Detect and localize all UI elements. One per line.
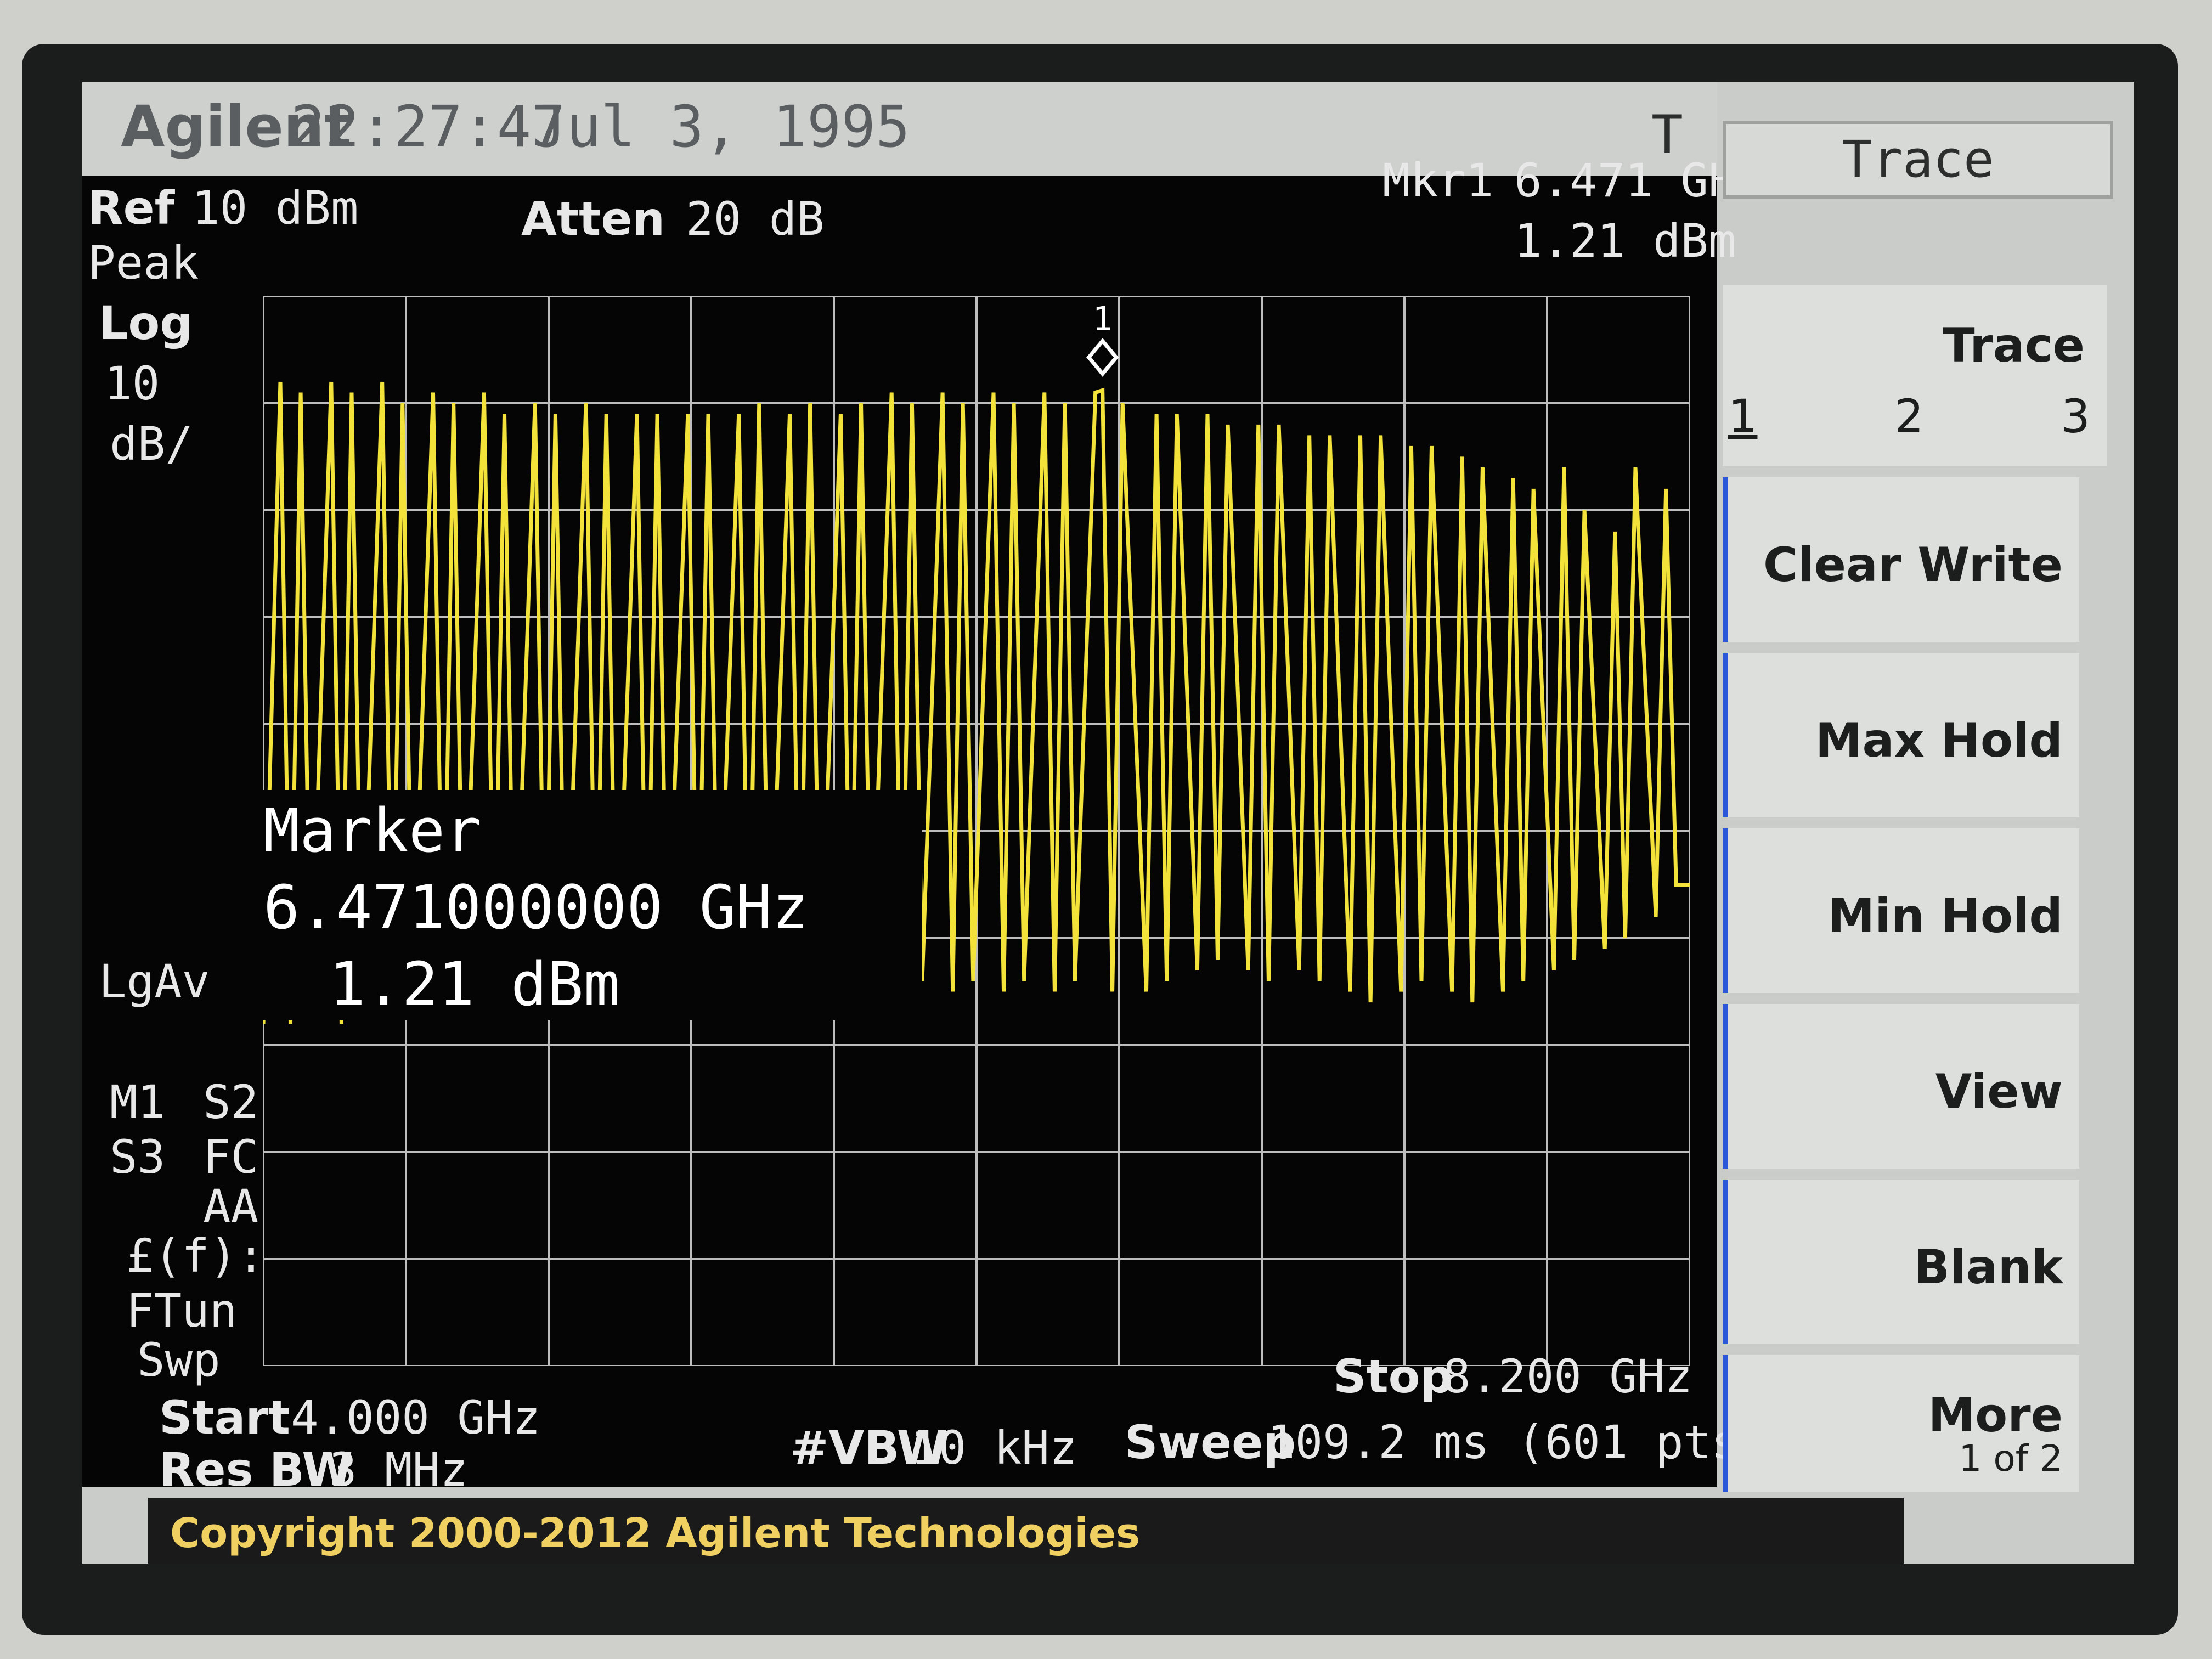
status-fc: FC bbox=[203, 1130, 259, 1184]
blank-label: Blank bbox=[1914, 1240, 2063, 1295]
clear-write-key[interactable]: Clear Write bbox=[1723, 477, 2079, 642]
trace-option-2: 2 bbox=[1894, 390, 1924, 443]
trace-select-label: Trace bbox=[1943, 318, 2085, 373]
marker-number: 1 bbox=[1093, 300, 1113, 338]
softkey-menu: Trace Trace 1 2 3 Clear Write Max Hold M… bbox=[1723, 82, 2140, 1509]
marker-amp: 1.21 dBm bbox=[1514, 214, 1736, 268]
scale-type: Log bbox=[99, 296, 193, 350]
copyright-text: Copyright 2000-2012 Agilent Technologies bbox=[170, 1510, 1141, 1557]
min-hold-label: Min Hold bbox=[1827, 889, 2063, 944]
copyright-bar: Copyright 2000-2012 Agilent Technologies bbox=[148, 1498, 1904, 1564]
analyzer-screen: Agilent 22:27:47 Jul 3, 1995 T Ref 10 dB… bbox=[82, 82, 2134, 1564]
start-label: Start bbox=[159, 1391, 290, 1444]
scale-unit: dB/ bbox=[110, 417, 193, 471]
status-aa: AA bbox=[203, 1180, 259, 1233]
stop-value: 8.200 GHz bbox=[1443, 1350, 1693, 1403]
rbw-label: Res BW bbox=[159, 1443, 353, 1497]
view-key[interactable]: View bbox=[1723, 1004, 2079, 1169]
status-m1: M1 bbox=[110, 1075, 166, 1129]
start-value: 4.000 GHz bbox=[291, 1391, 541, 1444]
clock-time: 22:27:47 bbox=[291, 93, 566, 160]
trace-option-3: 3 bbox=[2061, 390, 2090, 443]
status-ff: £(f): bbox=[126, 1229, 265, 1283]
atten-label: Atten bbox=[521, 192, 665, 246]
trace-select-key[interactable]: Trace 1 2 3 bbox=[1723, 285, 2107, 466]
scale-value: 10 bbox=[104, 357, 160, 410]
stop-label: Stop bbox=[1333, 1350, 1453, 1403]
more-label: More bbox=[1928, 1388, 2063, 1443]
more-page: 1 of 2 bbox=[1959, 1437, 2063, 1480]
blank-key[interactable]: Blank bbox=[1723, 1180, 2079, 1344]
status-ftun: FTun bbox=[126, 1284, 238, 1338]
status-s2: S2 bbox=[203, 1075, 259, 1129]
vbw-value: 10 kHz bbox=[911, 1421, 1077, 1475]
min-hold-key[interactable]: Min Hold bbox=[1723, 828, 2079, 993]
readout-title: Marker bbox=[263, 795, 482, 866]
readout-freq: 6.471000000 GHz bbox=[263, 872, 809, 943]
ref-value: 10 dBm bbox=[192, 181, 359, 235]
rbw-value: 3 MHz bbox=[329, 1443, 468, 1497]
marker-readout: Marker 6.471000000 GHz 1.21 dBm bbox=[247, 790, 922, 1020]
status-s3: S3 bbox=[110, 1130, 166, 1184]
atten-value: 20 dB bbox=[686, 192, 825, 246]
sweep-value: 109.2 ms (601 pts) bbox=[1267, 1415, 1767, 1469]
more-key[interactable]: More 1 of 2 bbox=[1723, 1355, 2079, 1492]
average-type: LgAv bbox=[99, 955, 210, 1008]
clock-date: Jul 3, 1995 bbox=[532, 93, 910, 160]
marker-diamond-icon bbox=[1086, 337, 1119, 377]
max-hold-label: Max Hold bbox=[1815, 713, 2063, 768]
status-swp: Swp bbox=[137, 1333, 221, 1387]
marker-label: Mkr1 bbox=[1383, 154, 1494, 207]
trace-option-1: 1 bbox=[1728, 390, 1758, 443]
trace-display: Ref 10 dBm Peak Log 10 dB/ LgAv M1 S2 S3… bbox=[82, 154, 1767, 1497]
ref-label: Ref bbox=[88, 181, 175, 235]
view-label: View bbox=[1935, 1064, 2063, 1119]
menu-title: Trace bbox=[1723, 121, 2113, 199]
marker-1: 1 bbox=[1086, 300, 1119, 377]
clear-write-label: Clear Write bbox=[1763, 538, 2063, 592]
detector-mode: Peak bbox=[88, 236, 199, 290]
readout-amp: 1.21 dBm bbox=[329, 949, 620, 1019]
max-hold-key[interactable]: Max Hold bbox=[1723, 653, 2079, 817]
